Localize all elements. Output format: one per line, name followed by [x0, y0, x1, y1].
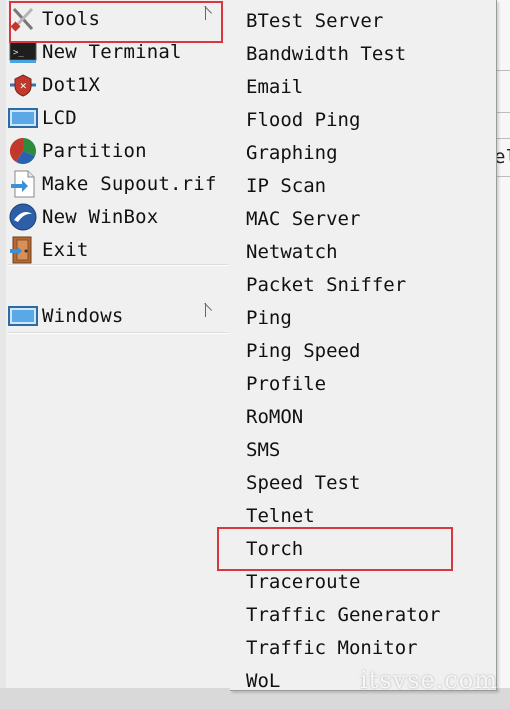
svg-text:>_: >_: [13, 48, 24, 58]
submenu-item-btest-server[interactable]: BTest Server: [230, 4, 496, 37]
menu-item-label: Make Supout.rif: [42, 172, 217, 195]
submenu-item-bandwidth-test[interactable]: Bandwidth Test: [230, 37, 496, 70]
submenu-item-packet-sniffer[interactable]: Packet Sniffer: [230, 268, 496, 301]
submenu-item-flood-ping[interactable]: Flood Ping: [230, 103, 496, 136]
submenu-item-mac-server[interactable]: MAC Server: [230, 202, 496, 235]
submenu-item-label: Speed Test: [246, 471, 361, 494]
submenu-item-label: RoMON: [246, 405, 304, 428]
submenu-item-sms[interactable]: SMS: [230, 433, 496, 466]
submenu-item-label: Profile: [246, 372, 327, 395]
submenu-item-label: Flood Ping: [246, 108, 361, 131]
menu-item-label: Exit: [42, 238, 89, 261]
background-divider: [496, 176, 510, 177]
submenu-item-label: Packet Sniffer: [246, 273, 407, 296]
submenu-item-traffic-monitor[interactable]: Traffic Monitor: [230, 631, 496, 664]
submenu-item-email[interactable]: Email: [230, 70, 496, 103]
supout-icon: [8, 169, 38, 199]
submenu-item-label: Traffic Monitor: [246, 636, 418, 659]
submenu-item-label: IP Scan: [246, 174, 327, 197]
menu-item-label: New WinBox: [42, 205, 159, 228]
menu-item-make-supout[interactable]: Make Supout.rif: [6, 167, 228, 200]
torch-highlight: [217, 527, 453, 571]
submenu-item-profile[interactable]: Profile: [230, 367, 496, 400]
menu-item-label: LCD: [42, 106, 77, 129]
submenu-item-label: BTest Server: [246, 9, 384, 32]
submenu-item-label: MAC Server: [246, 207, 361, 230]
menu-item-lcd[interactable]: LCD: [6, 101, 228, 134]
background-window: [495, 0, 510, 709]
menu-item-label: New Terminal: [42, 40, 182, 63]
background-divider: [496, 112, 510, 113]
lcd-icon: [8, 103, 38, 133]
svg-text:✕: ✕: [20, 82, 28, 92]
submenu-item-label: Ping Speed: [246, 339, 361, 362]
menu-separator: [8, 332, 228, 334]
submenu-item-label: Traceroute: [246, 570, 361, 593]
submenu-item-label: Traffic Generator: [246, 603, 441, 626]
background-divider: [496, 138, 510, 139]
submenu-item-graphing[interactable]: Graphing: [230, 136, 496, 169]
menu-item-label: Windows: [42, 304, 124, 327]
submenu-item-label: Bandwidth Test: [246, 42, 407, 65]
submenu-item-romon[interactable]: RoMON: [230, 400, 496, 433]
watermark: itsvse.com: [360, 666, 498, 694]
menu-item-label: Dot1X: [42, 73, 101, 96]
submenu-item-traffic-generator[interactable]: Traffic Generator: [230, 598, 496, 631]
tools-highlight: [9, 1, 223, 43]
menu-item-dot1x[interactable]: ✕ Dot1X: [6, 68, 228, 101]
menu-item-new-winbox[interactable]: New WinBox: [6, 200, 228, 233]
submenu-item-label: SMS: [246, 438, 281, 461]
submenu-item-label: Email: [246, 75, 304, 98]
submenu-item-ping-speed[interactable]: Ping Speed: [230, 334, 496, 367]
windows-icon: [8, 301, 38, 331]
submenu-item-label: Telnet: [246, 504, 315, 527]
menu-item-windows[interactable]: Windows: [6, 299, 228, 332]
partition-icon: [8, 136, 38, 166]
winbox-icon: [8, 202, 38, 232]
submenu-item-speed-test[interactable]: Speed Test: [230, 466, 496, 499]
menu-separator: [8, 264, 228, 266]
submenu-item-label: WoL: [246, 669, 281, 692]
submenu-item-ip-scan[interactable]: IP Scan: [230, 169, 496, 202]
submenu-item-label: Ping: [246, 306, 292, 329]
menu-item-partition[interactable]: Partition: [6, 134, 228, 167]
menu-item-exit[interactable]: Exit: [6, 233, 228, 266]
main-menu: Tools >_ New Terminal ✕ Dot1X LCD Partit…: [0, 0, 232, 709]
submenu-item-label: Graphing: [246, 141, 338, 164]
exit-icon: [8, 235, 38, 265]
tools-submenu: BTest Server Bandwidth Test Email Flood …: [230, 0, 497, 692]
dot1x-icon: ✕: [8, 70, 38, 100]
submenu-item-label: Netwatch: [246, 240, 338, 263]
menu-item-label: Partition: [42, 139, 147, 162]
submenu-item-netwatch[interactable]: Netwatch: [230, 235, 496, 268]
submenu-item-ping[interactable]: Ping: [230, 301, 496, 334]
background-divider: [496, 70, 510, 71]
